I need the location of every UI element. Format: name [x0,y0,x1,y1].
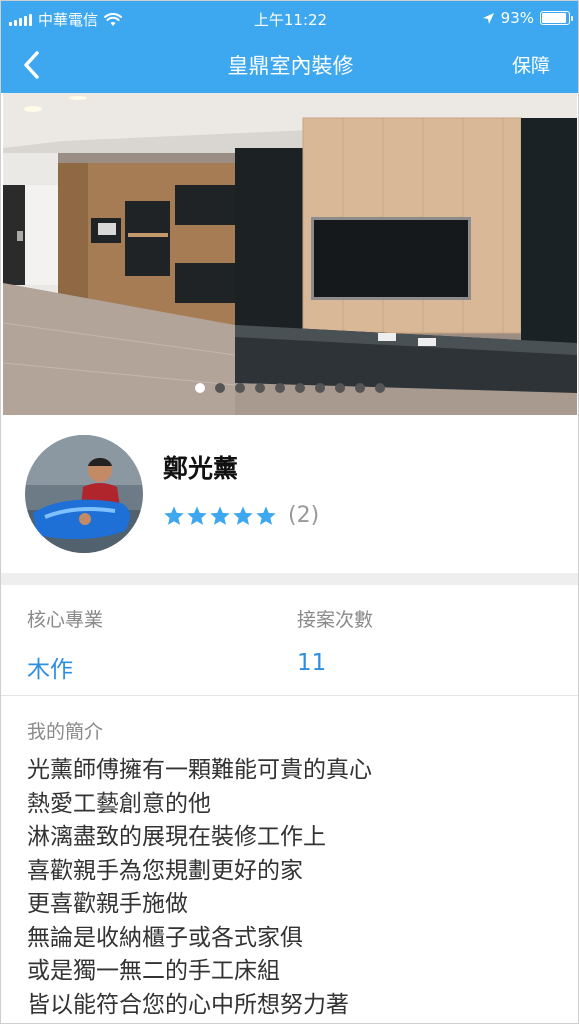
divider [1,695,578,696]
battery-icon [540,11,573,25]
carousel-dot[interactable] [315,383,325,393]
section-divider [1,573,578,585]
intro-line: 淋漓盡致的展現在裝修工作上 [27,824,326,850]
page-title: 皇鼎室內裝修 [227,54,354,78]
photo-carousel[interactable] [3,93,577,415]
location-arrow-icon [482,12,494,24]
intro-line: 喜歡親手為您規劃更好的家 [27,857,303,884]
carousel-dot[interactable] [235,383,245,393]
carousel-dot[interactable] [335,383,345,393]
carousel-dot[interactable] [215,383,225,393]
cases-value: 11 [297,650,327,676]
navigation-bar: 皇鼎室內裝修 保障 [1,37,578,93]
guarantee-button[interactable]: 保障 [512,51,550,78]
star-icon [187,505,207,525]
status-bar: 中華電信 上午11:22 93% [1,1,578,37]
battery-percentage: 93% [500,9,534,27]
carousel-dot[interactable] [255,383,265,393]
stats-section: 核心專業 木作 接案次數 11 [1,585,578,695]
star-icon [256,505,276,525]
star-icon [233,505,253,525]
review-count[interactable]: (2) [288,503,319,528]
interior-photo [3,93,577,415]
carousel-dot[interactable] [375,383,385,393]
rating: (2) [163,503,319,528]
intro-section: 我的簡介 光薰師傅擁有一顆難能可貴的真心 熱愛工藝創意的他淋漓盡致的展現在裝修工作… [27,717,567,1022]
specialty-stat: 核心專業 木作 [27,605,103,684]
avatar[interactable] [25,435,143,553]
carousel-dot[interactable] [355,383,365,393]
intro-line: 或是獨一無二的手工床組 [27,958,280,984]
craftsman-name: 鄭光薰 [163,454,239,483]
battery-level-fill [542,13,567,23]
specialty-label: 核心專業 [27,609,104,631]
intro-line: 皆以能符合您的心中所想努力著 [27,991,349,1018]
star-icon [164,505,184,525]
carousel-indicator [3,383,577,393]
star-icon [210,505,230,525]
carousel-dot[interactable] [275,383,285,393]
intro-label: 我的簡介 [27,721,104,743]
specialty-value: 木作 [27,657,73,683]
intro-text: 光薰師傅擁有一顆難能可貴的真心 熱愛工藝創意的他淋漓盡致的展現在裝修工作上 喜歡親手… [27,754,567,1022]
rating-stars [163,505,277,527]
cases-label: 接案次數 [297,609,374,631]
intro-line: 無論是收納櫃子或各式家俱 [27,924,303,951]
intro-line: 熱愛工藝創意的他 [27,790,211,817]
header: 中華電信 上午11:22 93% 皇鼎室內裝修 保障 [1,1,578,93]
carousel-dot[interactable] [295,383,305,393]
intro-line: 光薰師傅擁有一顆難能可貴的真心 [27,757,372,783]
intro-line: 更喜歡親手施做 [27,891,188,917]
profile-section: 鄭光薰 (2) [1,415,578,573]
carousel-dot[interactable] [195,383,205,393]
avatar-photo [25,435,143,553]
app-screen: 中華電信 上午11:22 93% 皇鼎室內裝修 保障 鄭光薰 (2) 核心專業 … [0,0,579,1024]
cases-stat: 接案次數 11 [297,605,373,676]
